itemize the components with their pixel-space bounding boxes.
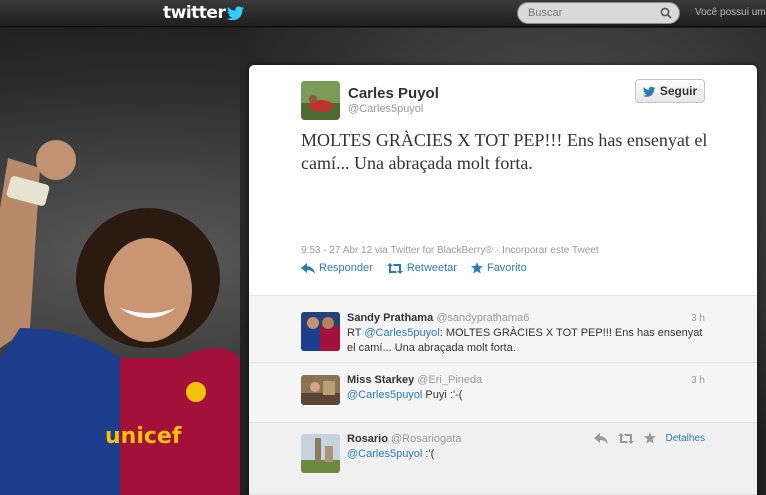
reply-icon xyxy=(301,262,315,274)
avatar-image xyxy=(301,375,340,405)
reply-text: @Carles5puyol Puyi :'-( xyxy=(347,388,707,403)
mention-link[interactable]: @Carles5puyol xyxy=(347,448,422,460)
search-box[interactable] xyxy=(517,2,680,24)
star-icon xyxy=(470,262,483,274)
top-navigation-bar: twitter Você possui uma xyxy=(0,0,766,27)
reply-body: :'( xyxy=(422,448,435,460)
mention-link[interactable]: @Carles5puyol xyxy=(347,389,422,401)
search-input[interactable] xyxy=(518,7,653,19)
tweet-text: MOLTES GRÀCIES X TOT PEP!!! Ens has ense… xyxy=(301,130,708,173)
author-name[interactable]: Carles Puyol xyxy=(348,85,439,102)
reply-author[interactable]: Sandy Prathama @sandyprathama6 xyxy=(347,312,529,324)
reply-icon[interactable] xyxy=(593,432,608,444)
follow-button[interactable]: Seguir xyxy=(635,79,705,103)
reply-author[interactable]: Miss Starkey @Eri_Pineda xyxy=(347,374,482,386)
retweet-icon xyxy=(386,262,403,274)
avatar[interactable] xyxy=(301,312,340,351)
retweet-button[interactable]: Retweetar xyxy=(386,262,457,274)
reply-timestamp[interactable]: 3 h xyxy=(691,375,705,386)
avatar-image xyxy=(301,312,340,351)
search-icon[interactable] xyxy=(660,7,672,19)
svg-text:unicef: unicef xyxy=(105,424,182,449)
tweet-meta: 9:53 - 27 Abr 12 via Twitter for BlackBe… xyxy=(301,245,599,256)
retweet-icon[interactable] xyxy=(617,432,634,444)
reply-author-handle: @Rosariogata xyxy=(390,433,462,445)
logo-text: twitter xyxy=(163,3,226,23)
twitter-bird-icon xyxy=(642,86,656,97)
reply-author[interactable]: Rosario @Rosariogata xyxy=(347,433,461,445)
reply-author-name: Miss Starkey xyxy=(347,374,415,386)
avatar[interactable] xyxy=(301,81,340,120)
mention-link[interactable]: @Carles5puyol xyxy=(364,327,439,339)
reply-author-name: Rosario xyxy=(347,433,388,445)
avatar[interactable] xyxy=(301,434,340,473)
avatar-image xyxy=(301,434,340,473)
list-item[interactable]: Miss Starkey @Eri_Pineda 3 h @Carles5puyo… xyxy=(249,363,757,423)
account-notice[interactable]: Você possui uma xyxy=(695,7,766,18)
replies-list: Sandy Prathama @sandyprathama6 3 h RT @Ca… xyxy=(249,296,757,495)
reply-text: @Carles5puyol :'( xyxy=(347,447,707,462)
avatar[interactable] xyxy=(301,375,340,405)
follow-label: Seguir xyxy=(659,84,698,98)
main-tweet: Carles Puyol @Carles5puyol Seguir MOLTES… xyxy=(249,65,757,296)
twitter-logo[interactable]: twitter xyxy=(163,3,245,23)
reply-hover-actions: Detalhes xyxy=(593,432,705,444)
reply-author-handle: @sandyprathama6 xyxy=(436,312,530,324)
reply-text: RT @Carles5puyol: MOLTES GRÀCIES X TOT P… xyxy=(347,326,707,356)
tweet-timestamp[interactable]: 9:53 - 27 Abr 12 via Twitter for BlackBe… xyxy=(301,245,493,256)
star-icon[interactable] xyxy=(643,432,656,444)
author-handle[interactable]: @Carles5puyol xyxy=(348,103,423,115)
retweet-label: Retweetar xyxy=(406,262,457,274)
avatar-image xyxy=(301,81,340,120)
list-item[interactable]: Sandy Prathama @sandyprathama6 3 h RT @Ca… xyxy=(249,296,757,363)
reply-body: Puyi :'-( xyxy=(422,389,463,401)
reply-label: Responder xyxy=(319,262,373,274)
reply-author-handle: @Eri_Pineda xyxy=(417,374,483,386)
reply-prefix: RT xyxy=(347,327,365,339)
favorite-label: Favorito xyxy=(486,262,527,274)
reply-author-name: Sandy Prathama xyxy=(347,312,434,324)
details-link[interactable]: Detalhes xyxy=(666,433,705,444)
favorite-button[interactable]: Favorito xyxy=(470,262,527,274)
reply-button[interactable]: Responder xyxy=(301,262,373,274)
twitter-bird-icon xyxy=(227,6,245,20)
list-item[interactable]: Rosario @Rosariogata Detalhes @Carles5puy… xyxy=(249,423,757,495)
embed-tweet-link[interactable]: Incorporar este Tweet xyxy=(502,245,599,256)
tweet-actions: Responder Retweetar Favorito xyxy=(301,262,527,274)
reply-timestamp[interactable]: 3 h xyxy=(691,313,705,324)
tweet-card: Carles Puyol @Carles5puyol Seguir MOLTES… xyxy=(249,65,757,495)
